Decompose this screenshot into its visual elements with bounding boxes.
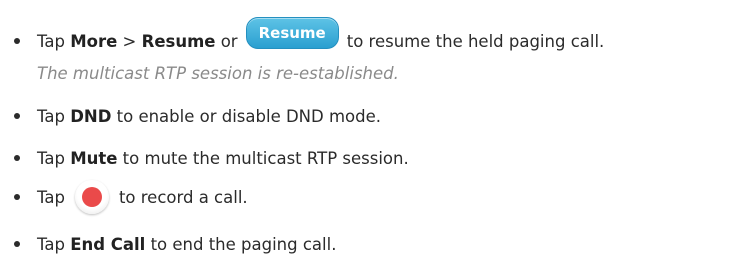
menu-resume-label: Resume [141,31,216,51]
text: > [117,31,142,51]
text: Tap [37,148,71,168]
text: to end the paging call. [145,234,337,254]
menu-more-label: More [70,31,118,51]
text: Tap [37,187,65,207]
text: Tap [37,106,71,126]
text: Tap [37,31,71,51]
record-icon [74,180,109,214]
list-item-text: Tap Mute to mute the multicast RTP sessi… [37,141,409,175]
list-item-text: Tap More > Resume or Resume to resume th… [37,17,605,58]
list-item-mute: Tap Mute to mute the multicast RTP sessi… [0,141,739,175]
note-text: The multicast RTP session is re-establis… [37,63,399,83]
mute-label: Mute [70,148,118,168]
instruction-list: Tap More > Resume or Resume to resume th… [0,0,739,266]
list-item-record: Tap to record a call. [0,180,739,214]
bullet [14,113,20,119]
record-dot [81,187,102,207]
text: or [215,31,238,51]
list-item-end-call: Tap End Call to end the paging call. [0,227,739,261]
list-item-text: Tap DND to enable or disable DND mode. [37,99,381,133]
text: to resume the held paging call. [346,31,605,51]
text: Tap [37,234,71,254]
text: to enable or disable DND mode. [111,106,381,126]
bullet [14,155,20,161]
list-item-text: Tap to record a call. [37,180,248,214]
bullet [14,194,20,200]
bullet [14,38,20,44]
text: to mute the multicast RTP session. [117,148,409,168]
list-item-dnd: Tap DND to enable or disable DND mode. [0,99,739,133]
list-item-text: Tap End Call to end the paging call. [37,227,336,261]
bullet [14,241,20,247]
end-call-label: End Call [70,234,146,254]
resume-button: Resume [245,17,339,49]
dnd-label: DND [70,106,112,126]
list-item-resume: Tap More > Resume or Resume to resume th… [0,17,739,58]
text: to record a call. [118,187,248,207]
